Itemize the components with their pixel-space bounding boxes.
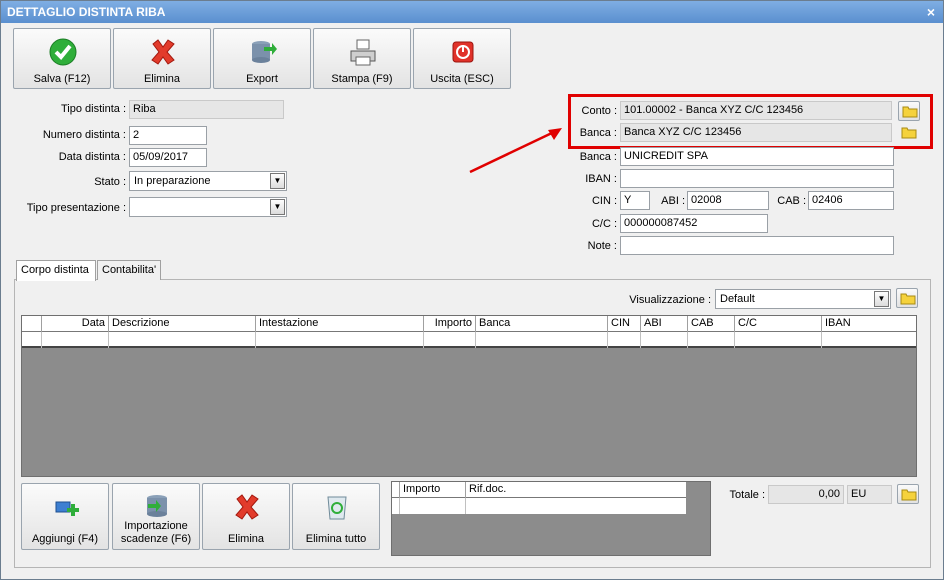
delete-x-icon xyxy=(151,39,175,65)
data-distinta-label: Data distinta : xyxy=(58,151,126,163)
delete-label: Elimina xyxy=(143,73,181,85)
abi-field[interactable]: 02008 xyxy=(687,191,769,210)
visualizzazione-label: Visualizzazione : xyxy=(629,294,711,306)
grid-header-selector xyxy=(22,316,42,332)
delete-all-button[interactable]: Elimina tutto xyxy=(292,483,380,550)
data-distinta-field[interactable]: 05/09/2017 xyxy=(129,148,207,167)
cab-field[interactable]: 02406 xyxy=(808,191,894,210)
add-item-icon xyxy=(55,501,79,516)
stato-label: Stato : xyxy=(94,176,126,188)
folder-icon xyxy=(901,489,917,501)
folder-icon xyxy=(900,293,916,305)
note-label: Note : xyxy=(587,240,617,252)
import-scadenze-label: Importazione scadenze (F6) xyxy=(120,520,192,545)
exit-label: Uscita (ESC) xyxy=(430,73,494,85)
totale-label: Totale : xyxy=(729,489,765,501)
scadenze-grid[interactable]: Importo Rif.doc. xyxy=(391,481,711,556)
annotation-arrow-icon xyxy=(469,128,562,174)
grid-header-cin[interactable]: CIN xyxy=(608,316,641,332)
add-label: Aggiungi (F4) xyxy=(31,533,99,545)
iban-field[interactable] xyxy=(620,169,894,188)
print-label: Stampa (F9) xyxy=(331,73,393,85)
delete-all-label: Elimina tutto xyxy=(305,533,367,545)
table-row[interactable] xyxy=(392,498,686,514)
export-label: Export xyxy=(246,73,278,85)
recycle-bin-icon xyxy=(327,496,347,520)
check-icon xyxy=(49,38,77,66)
grid-header-abi[interactable]: ABI xyxy=(641,316,688,332)
delete-button[interactable]: Elimina xyxy=(113,28,211,89)
stato-select[interactable]: In preparazione ▼ xyxy=(129,171,287,191)
tab-corpo-distinta[interactable]: Corpo distinta xyxy=(16,260,96,281)
chevron-down-icon[interactable]: ▼ xyxy=(270,199,285,215)
save-button[interactable]: Salva (F12) xyxy=(13,28,111,89)
grid-header-iban[interactable]: IBAN xyxy=(822,316,916,332)
grid-header-data[interactable]: Data xyxy=(42,316,109,332)
close-icon[interactable]: × xyxy=(927,1,935,23)
tipo-presentazione-select[interactable]: ▼ xyxy=(129,197,287,217)
tab-contabilita[interactable]: Contabilita' xyxy=(97,260,161,280)
scadenze-grid-header: Importo Rif.doc. xyxy=(392,482,686,498)
totale-browse-button[interactable] xyxy=(897,484,919,504)
cin-label: CIN : xyxy=(591,195,617,207)
grid-header-intestazione[interactable]: Intestazione xyxy=(256,316,424,332)
note-field[interactable] xyxy=(620,236,894,255)
grid-header-cab[interactable]: CAB xyxy=(688,316,735,332)
import-db-icon xyxy=(147,495,167,517)
cc-label: C/C : xyxy=(591,218,617,230)
abi-label: ABI : xyxy=(661,195,685,207)
cab-label: CAB : xyxy=(777,195,806,207)
window-titlebar: DETTAGLIO DISTINTA RIBA × xyxy=(1,1,943,23)
tipo-distinta-field: Riba xyxy=(129,100,284,119)
grid-header-descrizione[interactable]: Descrizione xyxy=(109,316,256,332)
delete-x-icon xyxy=(235,494,259,520)
delete-row-button[interactable]: Elimina xyxy=(202,483,290,550)
export-button[interactable]: Export xyxy=(213,28,311,89)
distinta-window: DETTAGLIO DISTINTA RIBA × Salva (F12) El… xyxy=(0,0,944,580)
export-db-icon xyxy=(252,41,277,63)
tipo-presentazione-label: Tipo presentazione : xyxy=(26,202,126,214)
print-button[interactable]: Stampa (F9) xyxy=(313,28,411,89)
numero-distinta-label: Numero distinta : xyxy=(42,129,126,141)
cc-field[interactable]: 000000087452 xyxy=(620,214,768,233)
exit-button[interactable]: Uscita (ESC) xyxy=(413,28,511,89)
iban-label: IBAN : xyxy=(585,173,617,185)
grid-header-banca[interactable]: Banca xyxy=(476,316,608,332)
add-button[interactable]: Aggiungi (F4) xyxy=(21,483,109,550)
banca-field[interactable]: UNICREDIT SPA xyxy=(620,147,894,166)
totale-field: 0,00 xyxy=(768,485,844,504)
scadenze-header-rifdoc[interactable]: Rif.doc. xyxy=(466,482,686,498)
visualizzazione-value: Default xyxy=(720,293,755,305)
grid-header-cc[interactable]: C/C xyxy=(735,316,822,332)
window-title: DETTAGLIO DISTINTA RIBA xyxy=(7,5,166,19)
exit-power-icon xyxy=(452,41,474,63)
numero-distinta-field[interactable]: 2 xyxy=(129,126,207,145)
delete-row-label: Elimina xyxy=(227,533,265,545)
chevron-down-icon[interactable]: ▼ xyxy=(874,291,889,307)
printer-icon xyxy=(350,39,376,66)
grid-header: Data Descrizione Intestazione Importo Ba… xyxy=(22,316,916,332)
visualizzazione-browse-button[interactable] xyxy=(896,288,918,308)
grid-header-importo[interactable]: Importo xyxy=(424,316,476,332)
cin-field[interactable]: Y xyxy=(620,191,650,210)
table-row[interactable] xyxy=(22,332,916,348)
distinta-grid[interactable]: Data Descrizione Intestazione Importo Ba… xyxy=(21,315,917,477)
scadenze-header-importo[interactable]: Importo xyxy=(400,482,466,498)
tipo-distinta-label: Tipo distinta : xyxy=(60,103,126,115)
save-label: Salva (F12) xyxy=(33,73,91,85)
visualizzazione-select[interactable]: Default ▼ xyxy=(715,289,891,309)
chevron-down-icon[interactable]: ▼ xyxy=(270,173,285,189)
banca-label: Banca : xyxy=(579,151,617,163)
import-scadenze-button[interactable]: Importazione scadenze (F6) xyxy=(112,483,200,550)
highlight-box xyxy=(568,94,933,149)
stato-value: In preparazione xyxy=(134,175,211,187)
currency-field: EU xyxy=(847,485,892,504)
